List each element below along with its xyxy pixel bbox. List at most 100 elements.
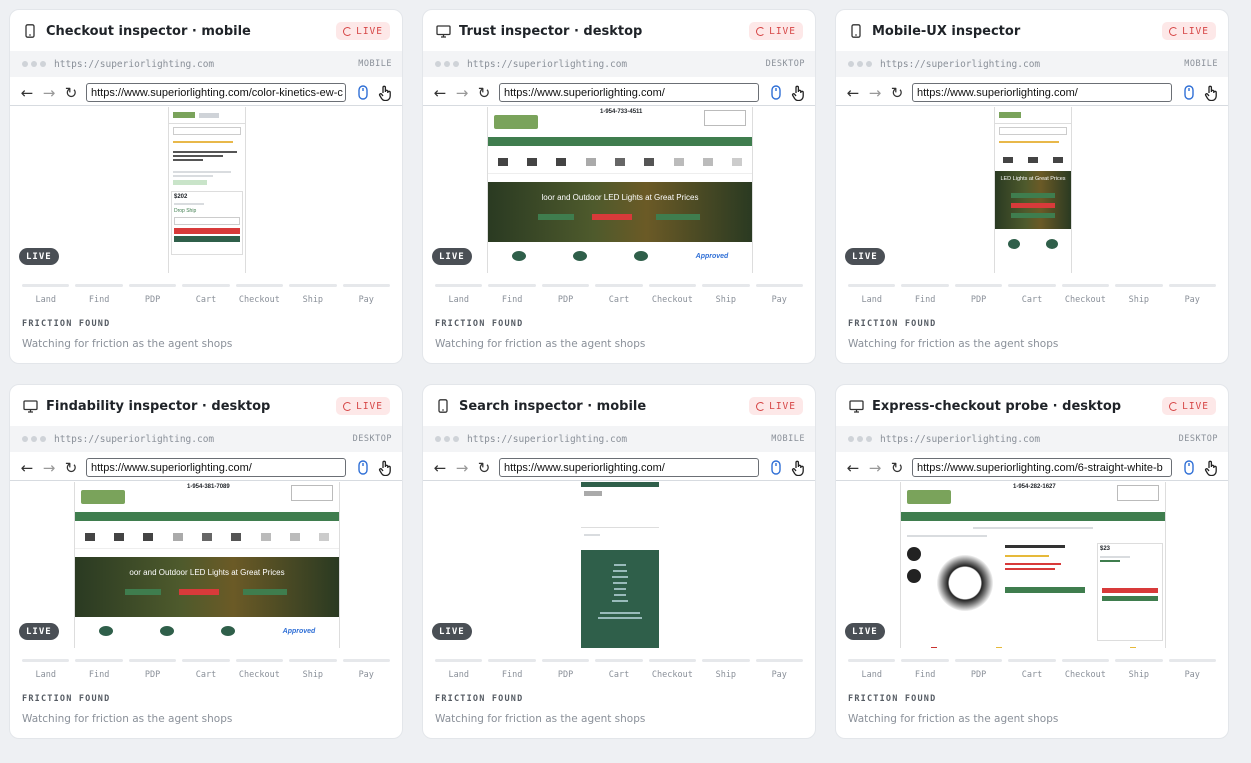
mouse-icon[interactable] xyxy=(765,82,787,104)
spinner-icon xyxy=(756,26,766,36)
forward-arrow-icon[interactable]: → xyxy=(451,457,473,479)
preview-hero-text: LED Lights at Great Prices xyxy=(1000,175,1066,182)
inspector-card: Checkout inspector · mobile LIVE https:/… xyxy=(9,9,403,364)
viewport-live-pill: LIVE xyxy=(845,623,885,640)
step-pdp: PDP xyxy=(128,284,177,305)
preview-phone: 1-954-381-7089 xyxy=(187,484,230,490)
origin-strip: https://superiorlighting.com MOBILE xyxy=(836,51,1228,77)
address-bar[interactable]: https://www.superiorlighting.com/6-strai… xyxy=(912,458,1172,477)
preview-drop-ship: Drop Ship xyxy=(174,208,197,214)
forward-arrow-icon[interactable]: → xyxy=(38,82,60,104)
step-checkout: Checkout xyxy=(648,284,697,305)
step-land: Land xyxy=(22,284,70,305)
address-bar[interactable]: https://www.superiorlighting.com/ xyxy=(499,458,759,477)
address-bar[interactable]: https://www.superiorlighting.com/ xyxy=(86,458,346,477)
card-title: Findability inspector · desktop xyxy=(46,398,271,414)
step-ship: Ship xyxy=(289,284,337,305)
forward-arrow-icon[interactable]: → xyxy=(38,457,60,479)
reload-icon[interactable]: ↻ xyxy=(473,457,495,479)
touch-hand-icon[interactable] xyxy=(374,82,396,104)
step-checkout: Checkout xyxy=(235,659,284,680)
step-find: Find xyxy=(901,659,949,680)
reload-icon[interactable]: ↻ xyxy=(886,82,908,104)
viewport-live-pill: LIVE xyxy=(432,248,472,265)
inspector-card: Express-checkout probe · desktop LIVE ht… xyxy=(835,384,1229,739)
step-pay: Pay xyxy=(342,659,390,680)
origin-strip: https://superiorlighting.com MOBILE xyxy=(10,51,402,77)
back-arrow-icon[interactable]: ← xyxy=(842,82,864,104)
address-bar[interactable]: https://www.superiorlighting.com/color-k… xyxy=(86,83,346,102)
card-header: Checkout inspector · mobile LIVE xyxy=(22,18,390,44)
origin-strip: https://superiorlighting.com DESKTOP xyxy=(423,51,815,77)
page-screenshot: 1-954-282-1627 $23 xyxy=(836,482,1228,648)
card-title: Trust inspector · desktop xyxy=(459,23,643,39)
mouse-icon[interactable] xyxy=(352,82,374,104)
reload-icon[interactable]: ↻ xyxy=(60,457,82,479)
reload-icon[interactable]: ↻ xyxy=(60,82,82,104)
reload-icon[interactable]: ↻ xyxy=(886,457,908,479)
page-screenshot xyxy=(423,482,815,648)
touch-hand-icon[interactable] xyxy=(787,82,809,104)
window-dots xyxy=(22,436,46,442)
address-bar[interactable]: https://www.superiorlighting.com/ xyxy=(499,83,759,102)
card-header: Mobile-UX inspector LIVE xyxy=(848,18,1216,44)
friction-text: Watching for friction as the agent shops xyxy=(22,713,233,725)
mouse-icon[interactable] xyxy=(1178,82,1200,104)
page-screenshot: 1-954-733-4511 loor and Outdoor LED Ligh… xyxy=(423,107,815,273)
browser-toolbar: ← → ↻ https://www.superiorlighting.com/ xyxy=(836,80,1228,106)
step-pay: Pay xyxy=(755,659,803,680)
step-find: Find xyxy=(75,284,123,305)
card-title: Express-checkout probe · desktop xyxy=(872,398,1122,414)
step-find: Find xyxy=(488,659,536,680)
step-land: Land xyxy=(848,284,896,305)
friction-text: Watching for friction as the agent shops xyxy=(435,338,646,350)
mouse-icon[interactable] xyxy=(1178,457,1200,479)
touch-hand-icon[interactable] xyxy=(374,457,396,479)
origin-strip: https://superiorlighting.com DESKTOP xyxy=(836,426,1228,452)
back-arrow-icon[interactable]: ← xyxy=(16,82,38,104)
card-header: Trust inspector · desktop LIVE xyxy=(435,18,803,44)
live-status-badge: LIVE xyxy=(749,397,803,415)
origin-strip: https://superiorlighting.com DESKTOP xyxy=(10,426,402,452)
reload-icon[interactable]: ↻ xyxy=(473,82,495,104)
device-label: MOBILE xyxy=(771,434,805,444)
mobile-page-preview xyxy=(581,482,659,648)
inspector-card: Findability inspector · desktop LIVE htt… xyxy=(9,384,403,739)
origin-url: https://superiorlighting.com xyxy=(54,58,215,70)
step-land: Land xyxy=(435,284,483,305)
step-ship: Ship xyxy=(702,659,750,680)
window-dots xyxy=(22,61,46,67)
step-land: Land xyxy=(435,659,483,680)
touch-hand-icon[interactable] xyxy=(787,457,809,479)
back-arrow-icon[interactable]: ← xyxy=(429,82,451,104)
spinner-icon xyxy=(343,401,353,411)
funnel-steps: Land Find PDP Cart Checkout Ship Pay xyxy=(22,284,390,305)
step-land: Land xyxy=(848,659,896,680)
viewport-live-pill: LIVE xyxy=(845,248,885,265)
friction-heading: FRICTION FOUND xyxy=(435,319,524,329)
address-bar[interactable]: https://www.superiorlighting.com/ xyxy=(912,83,1172,102)
back-arrow-icon[interactable]: ← xyxy=(842,457,864,479)
card-title: Search inspector · mobile xyxy=(459,398,647,414)
step-checkout: Checkout xyxy=(1061,284,1110,305)
step-ship: Ship xyxy=(702,284,750,305)
browser-toolbar: ← → ↻ https://www.superiorlighting.com/ xyxy=(423,455,815,481)
funnel-steps: Land Find PDP Cart Checkout Ship Pay xyxy=(848,659,1216,680)
touch-hand-icon[interactable] xyxy=(1200,457,1222,479)
page-screenshot: LED Lights at Great Prices xyxy=(836,107,1228,273)
mouse-icon[interactable] xyxy=(765,457,787,479)
step-ship: Ship xyxy=(289,659,337,680)
forward-arrow-icon[interactable]: → xyxy=(864,457,886,479)
back-arrow-icon[interactable]: ← xyxy=(16,457,38,479)
preview-price: $23 xyxy=(1100,546,1111,552)
step-pdp: PDP xyxy=(128,659,177,680)
touch-hand-icon[interactable] xyxy=(1200,82,1222,104)
mobile-device-icon xyxy=(848,23,864,39)
back-arrow-icon[interactable]: ← xyxy=(429,457,451,479)
badge-label: LIVE xyxy=(769,400,796,412)
forward-arrow-icon[interactable]: → xyxy=(864,82,886,104)
step-pay: Pay xyxy=(755,284,803,305)
forward-arrow-icon[interactable]: → xyxy=(451,82,473,104)
step-land: Land xyxy=(22,659,70,680)
mouse-icon[interactable] xyxy=(352,457,374,479)
